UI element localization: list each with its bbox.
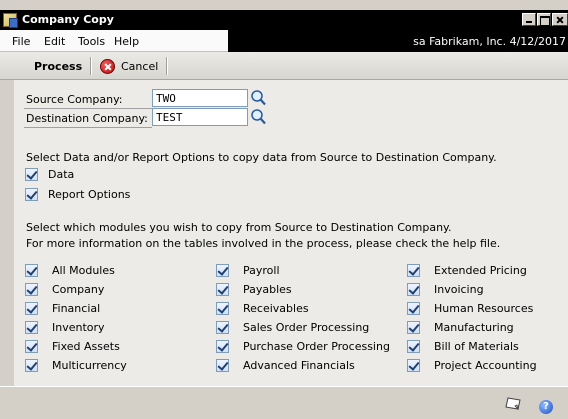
module-checkbox-project-accounting[interactable]: Project Accounting: [407, 359, 537, 372]
module-checkbox-payroll[interactable]: Payroll: [216, 264, 280, 277]
module-checkbox-human-resources[interactable]: Human Resources: [407, 302, 533, 315]
cancel-icon: [100, 58, 115, 74]
destination-lookup-icon[interactable]: [250, 108, 267, 126]
modules-instruction-2: For more information on the tables invol…: [26, 237, 501, 250]
module-checkbox-company[interactable]: Company: [25, 283, 104, 296]
module-checkbox-advanced-financials[interactable]: Advanced Financials: [216, 359, 355, 372]
checkbox-label: Extended Pricing: [434, 264, 527, 277]
field-underline: [24, 127, 152, 128]
cancel-button[interactable]: Cancel: [100, 56, 158, 76]
menu-bar: File Edit Tools Help sa Fabrikam, Inc. 4…: [0, 30, 568, 52]
checkbox-box: [216, 321, 229, 334]
toolbar: Process Cancel: [0, 52, 568, 80]
data-checkbox[interactable]: Data: [25, 168, 74, 181]
checkbox-label: All Modules: [52, 264, 115, 277]
checkbox-box: [407, 264, 420, 277]
module-checkbox-invoicing[interactable]: Invoicing: [407, 283, 484, 296]
toolbar-separator: [90, 57, 92, 75]
report-options-checkbox[interactable]: Report Options: [25, 188, 130, 201]
module-checkbox-sales-order-processing[interactable]: Sales Order Processing: [216, 321, 369, 334]
source-company-input[interactable]: TWO: [152, 89, 248, 107]
checkbox-box: [407, 340, 420, 353]
cancel-label: Cancel: [121, 59, 159, 73]
checkbox-label: Report Options: [48, 188, 131, 201]
checkbox-label: Inventory: [52, 321, 105, 334]
checkbox-label: Payroll: [243, 264, 280, 277]
toolbar-separator: [166, 57, 168, 75]
source-lookup-icon[interactable]: [250, 89, 267, 107]
checkbox-label: Advanced Financials: [243, 359, 355, 372]
checkbox-label: Company: [52, 283, 105, 296]
module-checkbox-fixed-assets[interactable]: Fixed Assets: [25, 340, 120, 353]
window-title: Company Copy: [22, 13, 114, 26]
checkbox-box: [216, 283, 229, 296]
field-underline: [24, 108, 152, 109]
checkbox-label: Invoicing: [434, 283, 484, 296]
menu-edit[interactable]: Edit: [44, 35, 65, 48]
checkbox-label: Receivables: [243, 302, 309, 315]
user-company-date-text: sa Fabrikam, Inc. 4/12/2017: [413, 35, 566, 48]
module-checkbox-manufacturing[interactable]: Manufacturing: [407, 321, 514, 334]
menu-help[interactable]: Help: [114, 35, 139, 48]
status-bar: ?: [0, 386, 568, 419]
checkbox-label: Fixed Assets: [52, 340, 120, 353]
process-label: Process: [34, 59, 83, 73]
checkbox-box: [216, 302, 229, 315]
checkbox-label: Multicurrency: [52, 359, 127, 372]
checkbox-box: [25, 264, 38, 277]
minimize-button[interactable]: [522, 13, 536, 26]
help-icon[interactable]: ?: [539, 400, 553, 414]
checkbox-label: Project Accounting: [434, 359, 537, 372]
destination-company-input[interactable]: TEST: [152, 108, 248, 126]
module-checkbox-extended-pricing[interactable]: Extended Pricing: [407, 264, 527, 277]
module-checkbox-bill-of-materials[interactable]: Bill of Materials: [407, 340, 519, 353]
checkbox-label: Manufacturing: [434, 321, 514, 334]
process-button[interactable]: Process: [34, 56, 82, 76]
main-panel: Source Company: TWO Destination Company:…: [14, 80, 568, 386]
user-company-date-info: sa Fabrikam, Inc. 4/12/2017: [228, 30, 568, 52]
checkbox-box: [407, 283, 420, 296]
checkbox-label: Sales Order Processing: [243, 321, 370, 334]
checkbox-box: [407, 321, 420, 334]
module-checkbox-financial[interactable]: Financial: [25, 302, 100, 315]
modules-instruction-1: Select which modules you wish to copy fr…: [26, 221, 452, 234]
close-button[interactable]: [552, 13, 568, 26]
options-instruction: Select Data and/or Report Options to cop…: [26, 151, 497, 164]
checkbox-label: Financial: [52, 302, 101, 315]
checkbox-box: [25, 359, 38, 372]
module-checkbox-inventory[interactable]: Inventory: [25, 321, 105, 334]
maximize-button[interactable]: [537, 13, 551, 26]
checkbox-box: [407, 359, 420, 372]
checkbox-box: [25, 340, 38, 353]
note-icon[interactable]: [505, 397, 521, 410]
menu-file[interactable]: File: [12, 35, 30, 48]
company-copy-icon: [3, 13, 18, 28]
title-bar: Company Copy: [0, 10, 568, 30]
menu-tools[interactable]: Tools: [78, 35, 105, 48]
checkbox-box: [407, 302, 420, 315]
checkbox-box: [25, 283, 38, 296]
checkbox-box: [216, 264, 229, 277]
destination-company-label: Destination Company:: [26, 112, 148, 125]
checkbox-label: Purchase Order Processing: [243, 340, 390, 353]
checkbox-box: [216, 340, 229, 353]
checkbox-box: [25, 168, 38, 181]
checkbox-label: Human Resources: [434, 302, 534, 315]
checkbox-box: [25, 321, 38, 334]
checkbox-label: Data: [48, 168, 75, 181]
module-checkbox-all-modules[interactable]: All Modules: [25, 264, 115, 277]
module-checkbox-payables[interactable]: Payables: [216, 283, 292, 296]
checkbox-box: [25, 302, 38, 315]
checkbox-label: Payables: [243, 283, 292, 296]
module-checkbox-multicurrency[interactable]: Multicurrency: [25, 359, 127, 372]
module-checkbox-receivables[interactable]: Receivables: [216, 302, 309, 315]
checkbox-label: Bill of Materials: [434, 340, 519, 353]
module-checkbox-purchase-order-processing[interactable]: Purchase Order Processing: [216, 340, 390, 353]
checkbox-box: [25, 188, 38, 201]
checkbox-box: [216, 359, 229, 372]
source-company-label: Source Company:: [26, 93, 123, 106]
